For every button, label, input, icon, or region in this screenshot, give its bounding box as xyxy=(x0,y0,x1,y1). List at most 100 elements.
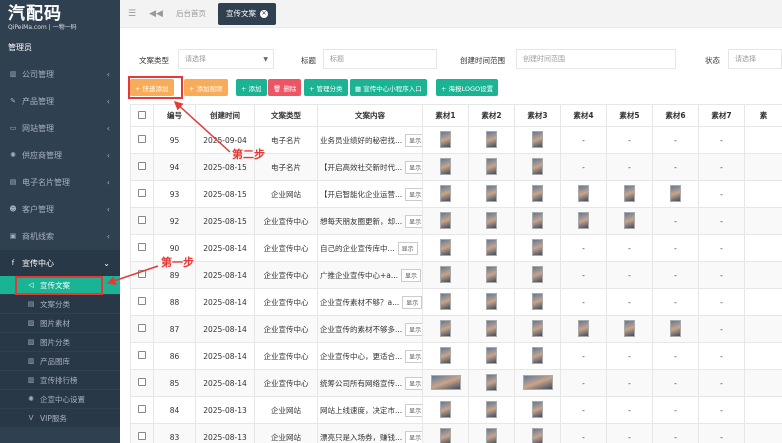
row-checkbox-cell[interactable] xyxy=(130,315,154,343)
material-cell[interactable] xyxy=(514,369,561,397)
material-thumbnail[interactable] xyxy=(532,265,543,283)
material-cell[interactable] xyxy=(422,207,469,235)
material-cell[interactable] xyxy=(468,207,515,235)
row-checkbox[interactable] xyxy=(138,189,146,197)
material-thumbnail[interactable] xyxy=(532,130,543,148)
material-thumbnail[interactable] xyxy=(532,427,543,443)
material-cell[interactable] xyxy=(468,180,515,208)
material-cell[interactable] xyxy=(514,234,561,262)
row-checkbox-cell[interactable] xyxy=(130,342,154,370)
material-thumbnail[interactable] xyxy=(578,184,589,202)
material-cell[interactable] xyxy=(514,396,561,424)
material-cell[interactable] xyxy=(514,261,561,289)
row-checkbox-cell[interactable] xyxy=(130,153,154,181)
row-checkbox[interactable] xyxy=(138,432,146,440)
material-thumbnail[interactable] xyxy=(440,346,451,364)
material-thumbnail[interactable] xyxy=(624,184,635,202)
show-button[interactable]: 显示 xyxy=(401,268,422,282)
material-cell[interactable] xyxy=(468,153,515,181)
sidebar-item-3[interactable]: ▭ 网站管理 ‹ xyxy=(0,115,120,141)
sidebar-item-2[interactable]: ✎ 产品管理 ‹ xyxy=(0,88,120,114)
material-thumbnail[interactable] xyxy=(624,319,635,337)
row-checkbox-cell[interactable] xyxy=(130,396,154,424)
show-button[interactable]: 显示 xyxy=(405,214,422,228)
toolbar-button-7[interactable]: + 海报LOGO设置 xyxy=(436,79,499,96)
material-thumbnail[interactable] xyxy=(430,374,461,390)
material-cell[interactable] xyxy=(468,396,515,424)
material-thumbnail[interactable] xyxy=(440,319,451,337)
show-button[interactable]: 显示 xyxy=(405,349,422,363)
column-header[interactable]: 素 xyxy=(744,104,782,127)
material-cell[interactable] xyxy=(514,423,561,443)
row-checkbox[interactable] xyxy=(138,243,146,251)
row-checkbox[interactable] xyxy=(138,270,146,278)
material-thumbnail[interactable] xyxy=(578,319,589,337)
column-header[interactable]: 素材3 xyxy=(514,104,561,127)
material-cell[interactable] xyxy=(560,207,607,235)
row-checkbox-cell[interactable] xyxy=(130,234,154,262)
material-thumbnail[interactable] xyxy=(532,184,543,202)
show-button[interactable]: 显示 xyxy=(405,376,422,390)
material-thumbnail[interactable] xyxy=(440,265,451,283)
column-header[interactable]: 素材5 xyxy=(606,104,653,127)
row-checkbox-cell[interactable] xyxy=(130,288,154,316)
material-thumbnail[interactable] xyxy=(532,211,543,229)
material-cell[interactable] xyxy=(422,234,469,262)
material-thumbnail[interactable] xyxy=(532,319,543,337)
toolbar-button-5[interactable]: + 管理分类 xyxy=(304,79,348,96)
row-checkbox[interactable] xyxy=(138,351,146,359)
toolbar-button-4[interactable]: 🗑 删除 xyxy=(268,79,302,96)
created-range-input[interactable]: 创建时间范围 xyxy=(516,49,676,69)
row-checkbox-cell[interactable] xyxy=(130,369,154,397)
sidebar-item-7[interactable]: ▣ 商机线索 ‹ xyxy=(0,223,120,249)
column-header[interactable]: 编号 xyxy=(153,104,196,127)
material-cell[interactable] xyxy=(606,207,653,235)
material-thumbnail[interactable] xyxy=(486,292,497,310)
column-header[interactable]: 素材1 xyxy=(422,104,469,127)
select-all-checkbox[interactable] xyxy=(138,110,146,119)
toolbar-button-3[interactable]: + 添加 xyxy=(236,79,267,96)
row-checkbox-cell[interactable] xyxy=(130,126,154,154)
material-cell[interactable] xyxy=(514,126,561,154)
material-cell[interactable] xyxy=(422,396,469,424)
material-cell[interactable] xyxy=(606,180,653,208)
column-header[interactable]: 素材6 xyxy=(652,104,699,127)
sidebar-item-6[interactable]: ☻ 客户管理 ‹ xyxy=(0,196,120,222)
row-checkbox[interactable] xyxy=(138,297,146,305)
show-button[interactable]: 显示 xyxy=(405,403,422,417)
sidebar-item-5[interactable]: ▤ 电子名片管理 ‹ xyxy=(0,169,120,195)
column-header[interactable]: 素材2 xyxy=(468,104,515,127)
material-cell[interactable] xyxy=(652,315,699,343)
material-thumbnail[interactable] xyxy=(486,319,497,337)
material-cell[interactable] xyxy=(514,180,561,208)
material-thumbnail[interactable] xyxy=(670,184,681,202)
material-cell[interactable] xyxy=(606,315,653,343)
submenu-item-8[interactable]: V VIP服务 xyxy=(0,409,120,427)
sidebar-item-1[interactable]: ▥ 公司管理 ‹ xyxy=(0,61,120,87)
material-cell[interactable] xyxy=(422,180,469,208)
toolbar-button-6[interactable]: ▦ 宣传中心小程序入口 xyxy=(350,79,427,96)
material-cell[interactable] xyxy=(468,342,515,370)
material-thumbnail[interactable] xyxy=(440,238,451,256)
column-header[interactable]: 文案类型 xyxy=(254,104,318,127)
type-select[interactable]: 请选择 ▼ xyxy=(178,49,274,69)
column-header[interactable]: 素材4 xyxy=(560,104,607,127)
submenu-item-5[interactable]: ▥ 产品图库 xyxy=(0,352,120,370)
material-thumbnail[interactable] xyxy=(486,373,497,391)
material-thumbnail[interactable] xyxy=(532,346,543,364)
material-cell[interactable] xyxy=(468,315,515,343)
material-cell[interactable] xyxy=(514,153,561,181)
material-cell[interactable] xyxy=(514,207,561,235)
row-checkbox-cell[interactable] xyxy=(130,207,154,235)
column-header[interactable]: 创建时间 xyxy=(195,104,255,127)
material-cell[interactable] xyxy=(652,180,699,208)
row-checkbox-cell[interactable] xyxy=(130,261,154,289)
material-thumbnail[interactable] xyxy=(440,400,451,418)
row-checkbox[interactable] xyxy=(138,216,146,224)
sidebar-item-4[interactable]: ✺ 供应商管理 ‹ xyxy=(0,142,120,168)
toolbar-button-2[interactable]: + 添加视频 xyxy=(184,79,228,96)
material-cell[interactable] xyxy=(560,180,607,208)
row-checkbox-cell[interactable] xyxy=(130,423,154,443)
row-checkbox[interactable] xyxy=(138,135,146,143)
show-button[interactable]: 显示 xyxy=(397,241,418,255)
